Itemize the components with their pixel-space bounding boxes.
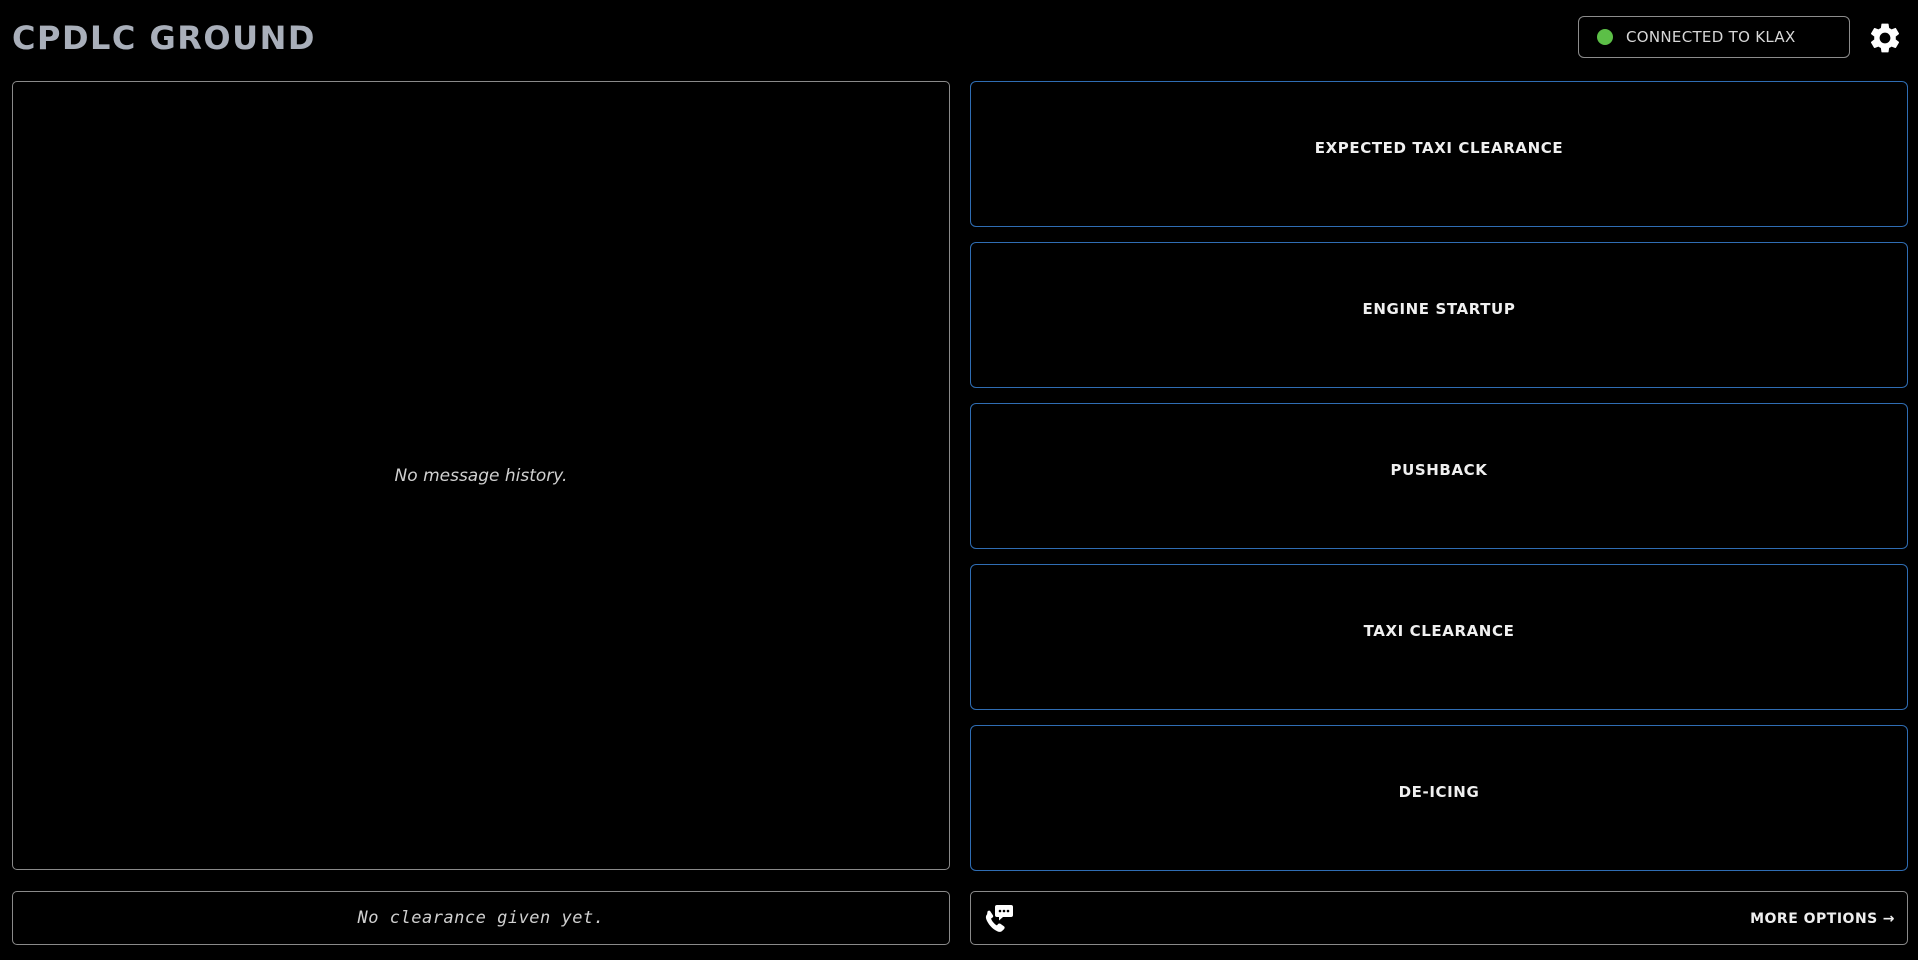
- page-title: CPDLC GROUND: [12, 19, 316, 57]
- phone-message-icon[interactable]: [981, 902, 1015, 936]
- more-options-label: MORE OPTIONS: [1750, 911, 1878, 927]
- clearance-empty-text: No clearance given yet.: [357, 908, 605, 928]
- message-history-panel[interactable]: No message history.: [12, 81, 950, 870]
- de-icing-button[interactable]: DE-ICING: [970, 725, 1908, 871]
- connection-status-dot: [1597, 29, 1613, 45]
- connection-status-label: CONNECTED TO KLAX: [1626, 28, 1796, 46]
- taxi-clearance-button[interactable]: TAXI CLEARANCE: [970, 564, 1908, 710]
- gear-icon[interactable]: [1867, 20, 1903, 56]
- arrow-right-icon: →: [1882, 911, 1895, 927]
- message-history-empty-text: No message history.: [394, 465, 568, 486]
- connection-status: CONNECTED TO KLAX: [1578, 16, 1850, 58]
- pushback-button[interactable]: PUSHBACK: [970, 403, 1908, 549]
- more-options-button[interactable]: MORE OPTIONS →: [1750, 892, 1895, 946]
- clearance-panel: No clearance given yet.: [12, 891, 950, 945]
- footer-bar: MORE OPTIONS →: [970, 891, 1908, 945]
- expected-taxi-clearance-button[interactable]: EXPECTED TAXI CLEARANCE: [970, 81, 1908, 227]
- engine-startup-button[interactable]: ENGINE STARTUP: [970, 242, 1908, 388]
